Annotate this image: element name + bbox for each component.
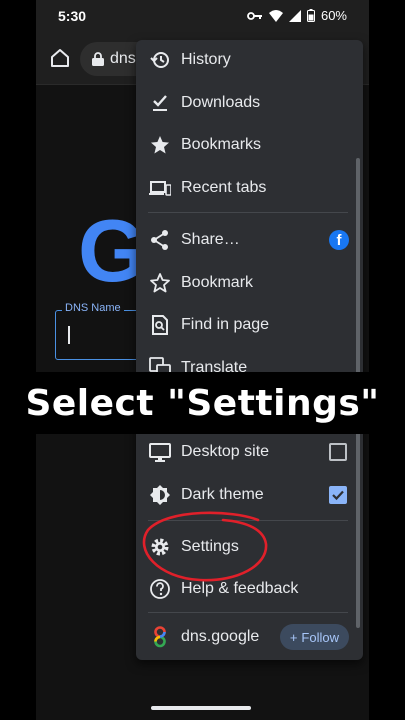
url-text: dns — [110, 50, 136, 67]
menu-item-dark-theme[interactable]: Dark theme — [136, 475, 363, 515]
menu-item-bookmarks[interactable]: Bookmarks — [136, 125, 363, 165]
wifi-icon — [268, 9, 283, 22]
menu-item-desktop-site[interactable]: Desktop site — [136, 432, 363, 472]
status-time: 5:30 — [58, 8, 87, 24]
menu-item-label: Bookmark — [181, 274, 254, 291]
share-icon — [151, 230, 168, 250]
history-icon — [150, 52, 169, 68]
battery-percent: 60% — [320, 8, 347, 23]
star-filled-icon — [151, 136, 169, 154]
menu-item-history[interactable]: History — [136, 40, 363, 80]
vpn-key-icon — [247, 11, 262, 20]
phone-screen: 5:30 60% dns G DNS Name History Download… — [36, 0, 369, 720]
menu-item-downloads[interactable]: Downloads — [136, 83, 363, 123]
google-dns-logo-icon — [154, 626, 166, 648]
signal-icon — [288, 9, 301, 22]
menu-item-label: Desktop site — [181, 443, 270, 460]
status-icons: 60% — [247, 8, 347, 23]
battery-icon — [306, 9, 315, 22]
find-in-page-icon — [152, 315, 168, 335]
menu-item-label: Bookmarks — [181, 136, 262, 153]
devices-icon — [149, 181, 171, 196]
menu-item-label: Find in page — [181, 316, 270, 333]
text-caret — [68, 326, 70, 344]
lock-icon — [92, 52, 104, 66]
caption-text: Select "Settings" — [25, 383, 380, 424]
menu-divider — [148, 612, 348, 613]
home-icon[interactable] — [48, 46, 72, 70]
dark-theme-icon — [150, 485, 170, 505]
footer-site-label: dns.google — [181, 628, 260, 645]
menu-item-label: Downloads — [181, 94, 261, 111]
menu-item-label: History — [181, 51, 231, 68]
plus-icon: + — [289, 629, 298, 645]
menu-item-find-in-page[interactable]: Find in page — [136, 305, 363, 345]
gesture-nav-handle[interactable] — [151, 706, 251, 710]
facebook-icon[interactable]: f — [329, 230, 349, 250]
menu-item-bookmark[interactable]: Bookmark — [136, 263, 363, 303]
menu-item-label: Recent tabs — [181, 179, 267, 196]
menu-item-label: Dark theme — [181, 486, 264, 503]
menu-footer-site[interactable]: dns.google + Follow — [136, 617, 363, 657]
dark-theme-checkbox[interactable] — [329, 486, 347, 504]
dns-name-label: DNS Name — [62, 302, 124, 314]
annotation-circle — [142, 511, 268, 582]
menu-divider — [148, 212, 348, 213]
menu-item-share[interactable]: Share… f — [136, 220, 363, 260]
checkmark-icon — [332, 490, 344, 501]
desktop-site-checkbox[interactable] — [329, 443, 347, 461]
menu-item-label: Share… — [181, 231, 240, 248]
monitor-icon — [149, 443, 171, 462]
follow-button[interactable]: + Follow — [279, 624, 349, 650]
follow-label: Follow — [301, 629, 339, 645]
star-outline-icon — [150, 273, 170, 293]
menu-item-recent-tabs[interactable]: Recent tabs — [136, 168, 363, 208]
status-bar: 5:30 60% — [36, 0, 369, 34]
download-check-icon — [153, 95, 167, 111]
